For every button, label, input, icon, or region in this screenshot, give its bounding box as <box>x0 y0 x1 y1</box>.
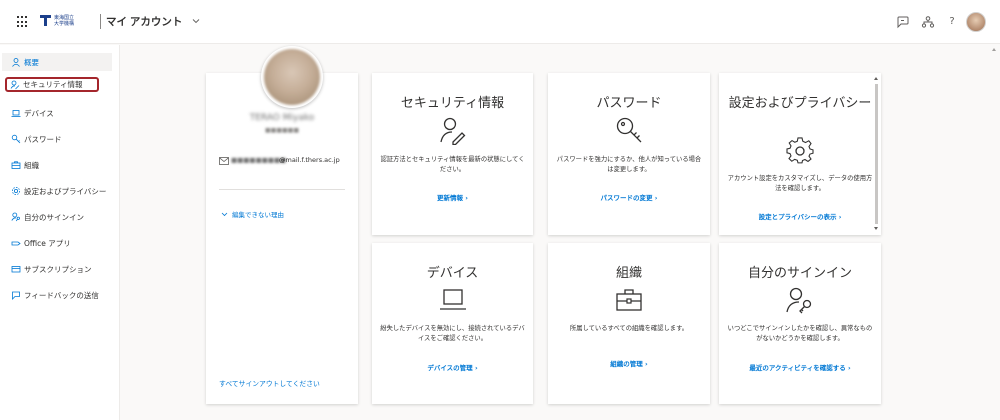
view-settings-privacy-link[interactable]: 設定とプライバシーの表示 › <box>719 211 881 221</box>
tile-settings-privacy: 設定およびプライバシー アカウント設定をカスタマイズし、データの使用方法を確認し… <box>719 73 881 235</box>
help-icon[interactable]: ? <box>944 14 960 30</box>
sidebar: 概要 セキュリティ情報 デバイス パスワード 組織 設定およびプライバシー 自分… <box>0 45 120 420</box>
office-apps-icon <box>11 241 21 246</box>
change-password-link[interactable]: パスワードの変更 › <box>548 192 710 202</box>
organization-logo[interactable]: 東海国立 大学機構 <box>40 13 98 31</box>
tile-description: 所属しているすべての組織を確認します。 <box>569 325 689 332</box>
tile-organizations: 組織 所属しているすべての組織を確認します。 組織の管理 › <box>548 243 710 404</box>
tile-title: 設定およびプライバシー <box>728 96 872 111</box>
security-info-icon <box>10 80 20 89</box>
sidebar-item-devices[interactable]: デバイス <box>5 104 111 122</box>
sidebar-item-label: 設定およびプライバシー <box>24 186 107 196</box>
sidebar-item-subscriptions[interactable]: サブスクリプション <box>5 260 111 278</box>
security-info-icon <box>439 117 465 145</box>
email-local-part: ■■■■■■■■■ <box>231 156 287 164</box>
tile-description: パスワードを強力にするか、他人が知っている場合は変更します。 <box>556 156 702 173</box>
sidebar-item-label: 概要 <box>24 57 39 67</box>
tile-title: 組織 <box>615 266 642 281</box>
laptop-icon <box>439 289 466 310</box>
tile-description: 認証方法とセキュリティ情報を最新の状態にしてください。 <box>380 156 525 173</box>
page-scrollbar[interactable] <box>991 46 998 418</box>
tile-title: 自分のサインイン <box>747 266 852 281</box>
sidebar-item-label: フィードバックの送信 <box>24 290 99 300</box>
tile-password: パスワード パスワードを強力にするか、他人が知っている場合は変更します。 パスワ… <box>548 73 710 235</box>
tile-description: アカウント設定をカスタマイズし、データの使用方法を確認します。 <box>727 175 873 192</box>
sidebar-item-password[interactable]: パスワード <box>5 130 111 148</box>
profile-email: ■■■■■■■■■ @mail.f.thers.ac.jp <box>219 156 355 166</box>
review-recent-activity-link[interactable]: 最近のアクティビティを確認する › <box>719 362 881 372</box>
mail-icon <box>219 157 229 165</box>
scroll-up-icon[interactable] <box>992 48 996 51</box>
profile-subtitle: ■■■■■■ <box>264 127 299 134</box>
sidebar-item-office-apps[interactable]: Office アプリ <box>5 234 111 252</box>
tile-title: デバイス <box>426 266 479 281</box>
profile-name: TERAO Miyako <box>249 113 315 123</box>
tile-description: いつどこでサインインしたかを確認し、異常なものがないかどうかを確認します。 <box>727 325 873 342</box>
person-icon <box>12 58 20 67</box>
top-bar: 東海国立 大学機構 マイ アカウント ? <box>0 0 1000 44</box>
why-cant-edit-label: 編集できない理由 <box>232 211 284 219</box>
signin-icon <box>786 287 812 314</box>
key-icon <box>11 134 21 144</box>
manage-devices-link[interactable]: デバイスの管理 › <box>372 362 533 372</box>
tile-title: セキュリティ情報 <box>400 96 505 111</box>
logo-mark-icon <box>40 15 51 26</box>
briefcase-icon <box>11 161 21 169</box>
sidebar-item-overview[interactable]: 概要 <box>2 53 112 71</box>
sidebar-item-label: パスワード <box>24 134 62 144</box>
tile-description: 紛失したデバイスを無効にし、接続されているデバイスをご確認ください。 <box>380 325 525 342</box>
sign-out-everywhere-link[interactable]: すべてサインアウトしてください <box>219 378 320 388</box>
briefcase-icon <box>616 289 642 311</box>
org-name-line2: 大学機構 <box>54 21 75 27</box>
subscription-icon <box>11 266 21 273</box>
sidebar-item-label: 組織 <box>24 160 39 170</box>
feedback-icon <box>12 291 20 300</box>
tile-scrollbar[interactable] <box>873 76 879 232</box>
why-cant-edit-link[interactable]: 編集できない理由 <box>221 209 284 219</box>
org-chart-icon[interactable] <box>920 14 936 30</box>
profile-divider <box>219 189 345 190</box>
gear-icon <box>786 137 814 164</box>
header-divider <box>100 14 101 29</box>
sidebar-item-label: Office アプリ <box>24 238 71 248</box>
tile-my-signins: 自分のサインイン いつどこでサインインしたかを確認し、異常なものがないかどうかを… <box>719 243 881 404</box>
tile-title: パスワード <box>596 96 662 111</box>
tile-devices: デバイス 紛失したデバイスを無効にし、接続されているデバイスをご確認ください。 … <box>372 243 533 404</box>
manage-organizations-link[interactable]: 組織の管理 › <box>548 358 710 368</box>
waffle-icon[interactable] <box>17 16 29 28</box>
gear-icon <box>12 187 20 195</box>
chevron-down-icon <box>221 212 228 216</box>
email-domain: @mail.f.thers.ac.jp <box>279 156 340 164</box>
sidebar-item-organizations[interactable]: 組織 <box>5 156 111 174</box>
feedback-icon[interactable] <box>895 14 911 30</box>
sidebar-item-settings-privacy[interactable]: 設定およびプライバシー <box>5 182 111 200</box>
app-title[interactable]: マイ アカウント <box>106 14 182 29</box>
sidebar-item-label: 自分のサインイン <box>24 212 84 222</box>
user-avatar[interactable] <box>966 12 986 32</box>
key-icon <box>616 117 642 143</box>
profile-card: TERAO Miyako ■■■■■■ ■■■■■■■■■ @mail.f.th… <box>206 46 358 404</box>
laptop-icon <box>11 110 21 117</box>
sidebar-item-my-signins[interactable]: 自分のサインイン <box>5 208 111 226</box>
scroll-up-icon[interactable] <box>874 77 878 80</box>
signin-icon <box>11 212 20 222</box>
profile-photo <box>261 46 323 108</box>
sidebar-item-label: デバイス <box>24 108 54 118</box>
scrollbar-thumb[interactable] <box>875 84 878 224</box>
tile-security-info: セキュリティ情報 認証方法とセキュリティ情報を最新の状態にしてください。 更新情… <box>372 73 533 235</box>
chevron-down-icon[interactable] <box>191 16 201 26</box>
sidebar-item-label: セキュリティ情報 <box>23 80 83 89</box>
sidebar-item-security-info[interactable]: セキュリティ情報 <box>5 77 99 92</box>
sidebar-item-label: サブスクリプション <box>24 264 92 274</box>
update-info-link[interactable]: 更新情報 › <box>372 192 533 202</box>
sidebar-item-send-feedback[interactable]: フィードバックの送信 <box>5 286 111 304</box>
scroll-down-icon[interactable] <box>874 227 878 230</box>
